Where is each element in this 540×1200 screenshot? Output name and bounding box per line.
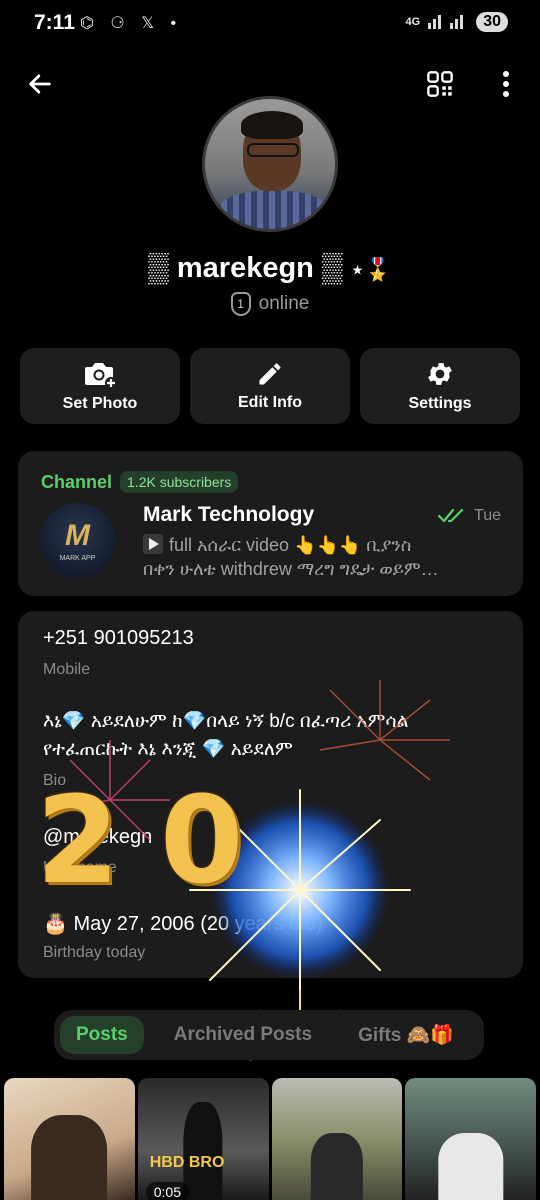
battery-level: 30	[476, 12, 508, 32]
channel-header: Channel 1.2K subscribers	[41, 471, 239, 493]
qr-code-button[interactable]	[420, 64, 460, 104]
double-check-icon	[438, 508, 464, 523]
posts-grid: HBD BRO 0:05	[4, 1078, 536, 1200]
tab-posts[interactable]: Posts	[60, 1016, 144, 1054]
video-thumbnail-icon	[143, 534, 163, 554]
set-photo-button[interactable]: Set Photo	[20, 348, 180, 424]
edit-info-button[interactable]: Edit Info	[190, 348, 350, 424]
channel-card[interactable]: Channel 1.2K subscribers M MARK APP Mark…	[18, 451, 523, 596]
post-thumbnail[interactable]	[405, 1078, 536, 1200]
name-badges: ⋆🎖️	[350, 257, 392, 282]
birthday-label: Birthday today	[43, 944, 146, 961]
username-label: Username	[43, 859, 117, 876]
post-thumbnail[interactable]	[271, 1078, 403, 1200]
bio-line-1: እኔ💎 አይደለሁም ከ💎በላይ ነኝ b/c በፈጣሪ አምሳል	[43, 711, 409, 732]
tab-archived-posts[interactable]: Archived Posts	[158, 1016, 328, 1054]
set-photo-label: Set Photo	[62, 395, 138, 412]
tab-gifts[interactable]: Gifts 🙈🎁	[342, 1015, 470, 1055]
more-options-button[interactable]	[490, 64, 522, 104]
network-type: 4G	[405, 16, 421, 28]
status-text: online	[258, 293, 310, 314]
status-bar: 7:11 ⌬ ⚆ 𝕏 • 4G 30	[0, 0, 540, 48]
channel-logo-letter: M	[65, 519, 90, 552]
post-thumbnail[interactable]	[4, 1078, 135, 1200]
online-status: 1 online	[0, 292, 540, 316]
channel-logo-caption: MARK APP	[59, 555, 96, 562]
birthday: 🎂 May 27, 2006 (20 years old)	[43, 913, 323, 935]
phone-number[interactable]: +251 901095213	[43, 627, 194, 650]
channel-avatar: M MARK APP	[40, 503, 115, 578]
phone-label: Mobile	[43, 661, 91, 678]
post-caption: HBD BRO	[149, 1154, 225, 1171]
channel-meta: Tue	[438, 507, 501, 525]
system-indicators: 4G 30	[406, 12, 508, 32]
channel-last-message: full አሰራር video 👆👆👆 ቢያንስ በቀን ሁለቴ withdre…	[143, 533, 501, 581]
back-button[interactable]	[20, 64, 60, 104]
more-vertical-icon	[503, 71, 509, 97]
message-line-1: full አሰራር video 👆👆👆 ቢያንስ	[169, 535, 412, 555]
shield-icon[interactable]: 1	[230, 292, 251, 316]
settings-label: Settings	[408, 395, 472, 412]
profile-name: ▒ marekegn ▒ ⋆🎖️	[0, 252, 540, 285]
bio-text: እኔ💎 አይደለሁም ከ💎በላይ ነኝ b/c በፈጣሪ አምሳል የተፈጠርኩ…	[43, 708, 503, 764]
camera-add-icon	[85, 363, 117, 389]
message-line-2: በቀን ሁለቴ withdrew ማረግ ግዴታ ወይም…	[143, 559, 439, 579]
notification-icons: ⌬ ⚆ 𝕏 •	[80, 15, 183, 32]
qr-code-icon	[427, 71, 453, 97]
username[interactable]: @marekegn	[43, 826, 152, 849]
edit-info-label: Edit Info	[238, 394, 302, 411]
channel-time: Tue	[474, 507, 501, 524]
pencil-icon	[259, 363, 281, 385]
info-card: +251 901095213 Mobile እኔ💎 አይደለሁም ከ💎በላይ ነ…	[18, 611, 523, 978]
profile-actions: Set Photo Edit Info Settings	[20, 348, 520, 424]
channel-section-title: Channel	[41, 471, 113, 492]
profile-tabs: Posts Archived Posts Gifts 🙈🎁	[54, 1010, 484, 1060]
gear-icon	[428, 363, 452, 385]
clock: 7:11	[34, 11, 75, 34]
profile-name-text: ▒ marekegn ▒	[148, 252, 343, 284]
bio-line-2: የተፈጠርኩት እኔ እንጂ 💎 አይደለም	[43, 739, 293, 760]
profile-avatar[interactable]	[202, 96, 338, 232]
arrow-left-icon	[29, 74, 51, 94]
signal-icon	[428, 13, 468, 32]
post-thumbnail[interactable]: HBD BRO 0:05	[137, 1078, 269, 1200]
bio-label: Bio	[43, 772, 67, 789]
video-duration: 0:05	[145, 1182, 189, 1200]
channel-name: Mark Technology	[143, 503, 315, 526]
settings-button[interactable]: Settings	[360, 348, 520, 424]
subscribers-badge: 1.2K subscribers	[120, 471, 239, 493]
